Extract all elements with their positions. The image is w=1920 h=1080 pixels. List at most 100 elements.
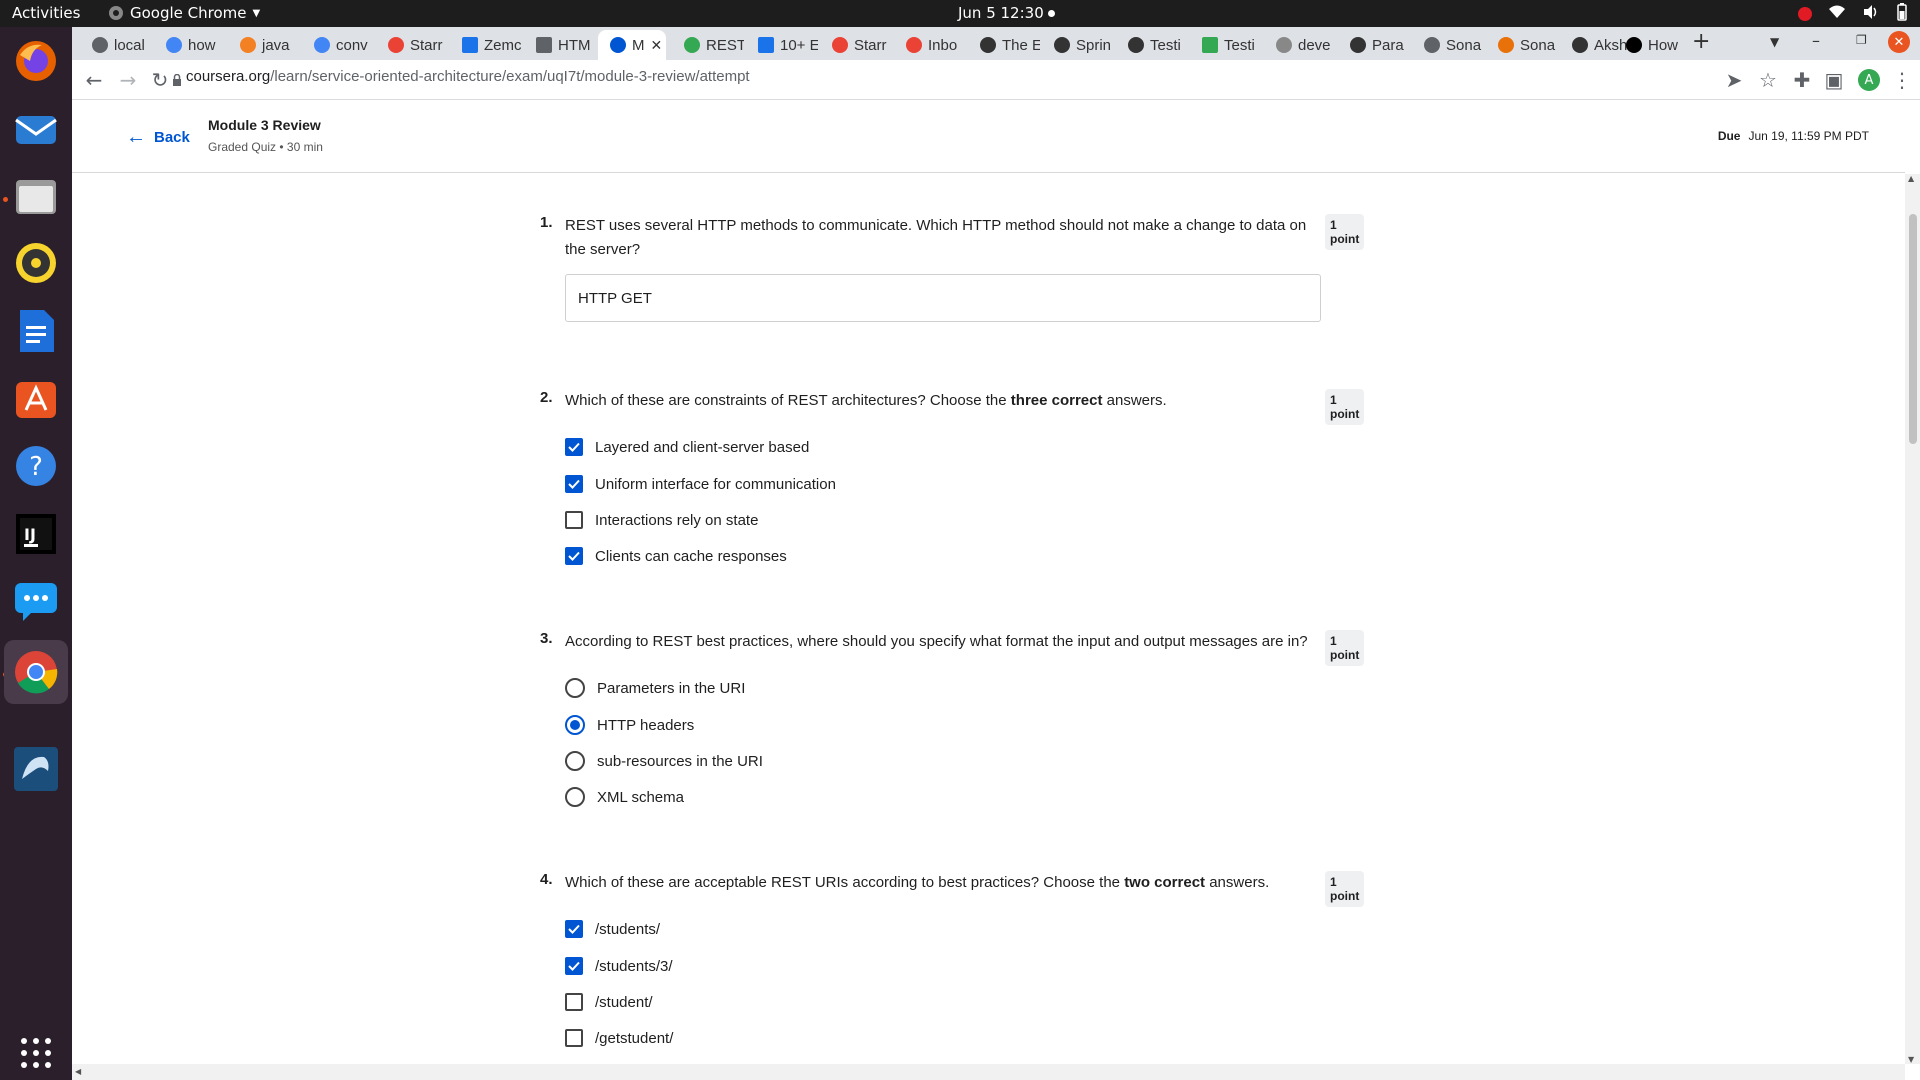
mysql-workbench-icon[interactable] (10, 743, 62, 795)
tab-active[interactable]: M ✕ (598, 30, 666, 60)
reload-icon[interactable]: ↻ (148, 68, 172, 92)
checkbox-checked[interactable] (565, 957, 583, 975)
thunderbird-icon[interactable] (10, 102, 62, 154)
checkbox-option[interactable]: Clients can cache responses (565, 544, 787, 568)
horizontal-scrollbar[interactable]: ◀ (72, 1064, 1905, 1080)
option-label: Clients can cache responses (595, 547, 787, 565)
tab[interactable]: The E (968, 30, 1040, 60)
tab[interactable]: Starr (376, 30, 448, 60)
address-bar[interactable]: coursera.org/learn/service-oriented-arch… (186, 68, 750, 85)
tab[interactable]: Testi (1190, 30, 1262, 60)
restore-icon[interactable]: ❐ (1856, 33, 1867, 47)
tab-favicon (240, 37, 256, 53)
checkbox-unchecked[interactable] (565, 1029, 583, 1047)
radio-unselected[interactable] (565, 751, 585, 771)
tab[interactable]: Inbo (894, 30, 966, 60)
new-tab-button[interactable]: + (1692, 29, 1710, 54)
tab-label: How (1648, 36, 1679, 54)
star-icon[interactable]: ☆ (1756, 68, 1780, 92)
extensions-icon[interactable]: ✚ (1790, 68, 1814, 92)
chrome-dock-icon[interactable] (4, 640, 68, 704)
tab[interactable]: Starr (820, 30, 892, 60)
lock-icon[interactable] (172, 72, 182, 91)
rhythmbox-icon[interactable] (10, 237, 62, 289)
side-panel-icon[interactable]: ▣ (1822, 68, 1846, 92)
checkbox-unchecked[interactable] (565, 511, 583, 529)
app-menu[interactable]: Google Chrome ▼ (108, 4, 260, 22)
show-apps-icon[interactable] (10, 1027, 62, 1079)
tab[interactable]: Zemc (450, 30, 522, 60)
checkbox-option[interactable]: Layered and client-server based (565, 435, 809, 459)
checkbox-checked[interactable] (565, 475, 583, 493)
answer-input[interactable]: HTTP GET (565, 274, 1321, 322)
tab-favicon (1128, 37, 1144, 53)
avatar[interactable]: A (1858, 69, 1880, 91)
tab-label: Sona (1520, 36, 1556, 54)
question-4: 4. Which of these are acceptable REST UR… (540, 871, 1365, 1061)
checkbox-checked[interactable] (565, 438, 583, 456)
clock[interactable]: Jun 5 12:30 (958, 4, 1044, 22)
tab[interactable]: Sona (1486, 30, 1558, 60)
send-icon[interactable]: ➤ (1722, 68, 1746, 92)
radio-unselected[interactable] (565, 787, 585, 807)
vertical-scrollbar[interactable]: ▲ ▼ (1905, 174, 1920, 1064)
intellij-icon[interactable]: IJ (10, 508, 62, 560)
tab[interactable]: HTM (524, 30, 596, 60)
radio-option[interactable]: XML schema (565, 785, 684, 809)
back-arrow-icon[interactable]: ← (82, 68, 106, 92)
tab[interactable]: conv (302, 30, 374, 60)
radio-option[interactable]: HTTP headers (565, 713, 694, 737)
help-icon[interactable]: ? (10, 440, 62, 492)
radio-selected[interactable] (565, 715, 585, 735)
checkbox-option[interactable]: /student/ (565, 990, 653, 1014)
due-label: Due (1717, 129, 1741, 143)
radio-option[interactable]: sub-resources in the URI (565, 749, 763, 773)
tab-search-icon[interactable]: ▼ (1770, 35, 1779, 49)
minimize-icon[interactable]: – (1812, 31, 1820, 50)
close-icon[interactable]: ✕ (651, 37, 663, 54)
tab[interactable]: Testi (1116, 30, 1188, 60)
tab[interactable]: 10+ E (746, 30, 818, 60)
quiz-content: 1. REST uses several HTTP methods to com… (72, 174, 1905, 1064)
checkbox-checked[interactable] (565, 547, 583, 565)
tab[interactable]: Sona (1412, 30, 1484, 60)
close-window-icon[interactable]: ✕ (1888, 31, 1910, 53)
activities-button[interactable]: Activities (12, 4, 80, 22)
firefox-icon[interactable] (10, 35, 62, 87)
tab-favicon (1054, 37, 1070, 53)
checkbox-option[interactable]: /getstudent/ (565, 1026, 673, 1050)
tab-favicon (758, 37, 774, 53)
tab[interactable]: Sprin (1042, 30, 1114, 60)
tab-favicon (684, 37, 700, 53)
radio-option[interactable]: Parameters in the URI (565, 676, 745, 700)
software-center-icon[interactable] (10, 372, 62, 424)
tab[interactable]: local (80, 30, 152, 60)
checkbox-option[interactable]: Uniform interface for communication (565, 472, 836, 496)
chat-icon[interactable] (10, 575, 62, 627)
scrollbar-thumb[interactable] (1909, 214, 1917, 444)
checkbox-option[interactable]: Interactions rely on state (565, 508, 758, 532)
files-icon[interactable] (10, 170, 62, 222)
due-value: Jun 19, 11:59 PM PDT (1748, 129, 1869, 143)
scroll-down-icon[interactable]: ▼ (1908, 1055, 1914, 1064)
scroll-up-icon[interactable]: ▲ (1908, 174, 1914, 183)
tab[interactable]: Para (1338, 30, 1410, 60)
scroll-left-icon[interactable]: ◀ (75, 1067, 81, 1076)
menu-icon[interactable]: ⋮ (1890, 68, 1914, 92)
checkbox-checked[interactable] (565, 920, 583, 938)
checkbox-option[interactable]: /students/3/ (565, 954, 673, 978)
checkbox-unchecked[interactable] (565, 993, 583, 1011)
back-button[interactable]: ← Back (126, 126, 190, 149)
checkbox-option[interactable]: /students/ (565, 917, 660, 941)
radio-unselected[interactable] (565, 678, 585, 698)
tab[interactable]: how (154, 30, 226, 60)
system-tray[interactable] (1798, 3, 1908, 25)
tab[interactable]: java (228, 30, 300, 60)
writer-icon[interactable] (10, 305, 62, 357)
tab-favicon (166, 37, 182, 53)
question-text-part: Which of these are acceptable REST URIs … (565, 874, 1125, 891)
tab[interactable]: deve (1264, 30, 1336, 60)
forward-arrow-icon[interactable]: → (116, 68, 140, 92)
tab[interactable]: How (1614, 30, 1686, 60)
tab[interactable]: REST (672, 30, 744, 60)
